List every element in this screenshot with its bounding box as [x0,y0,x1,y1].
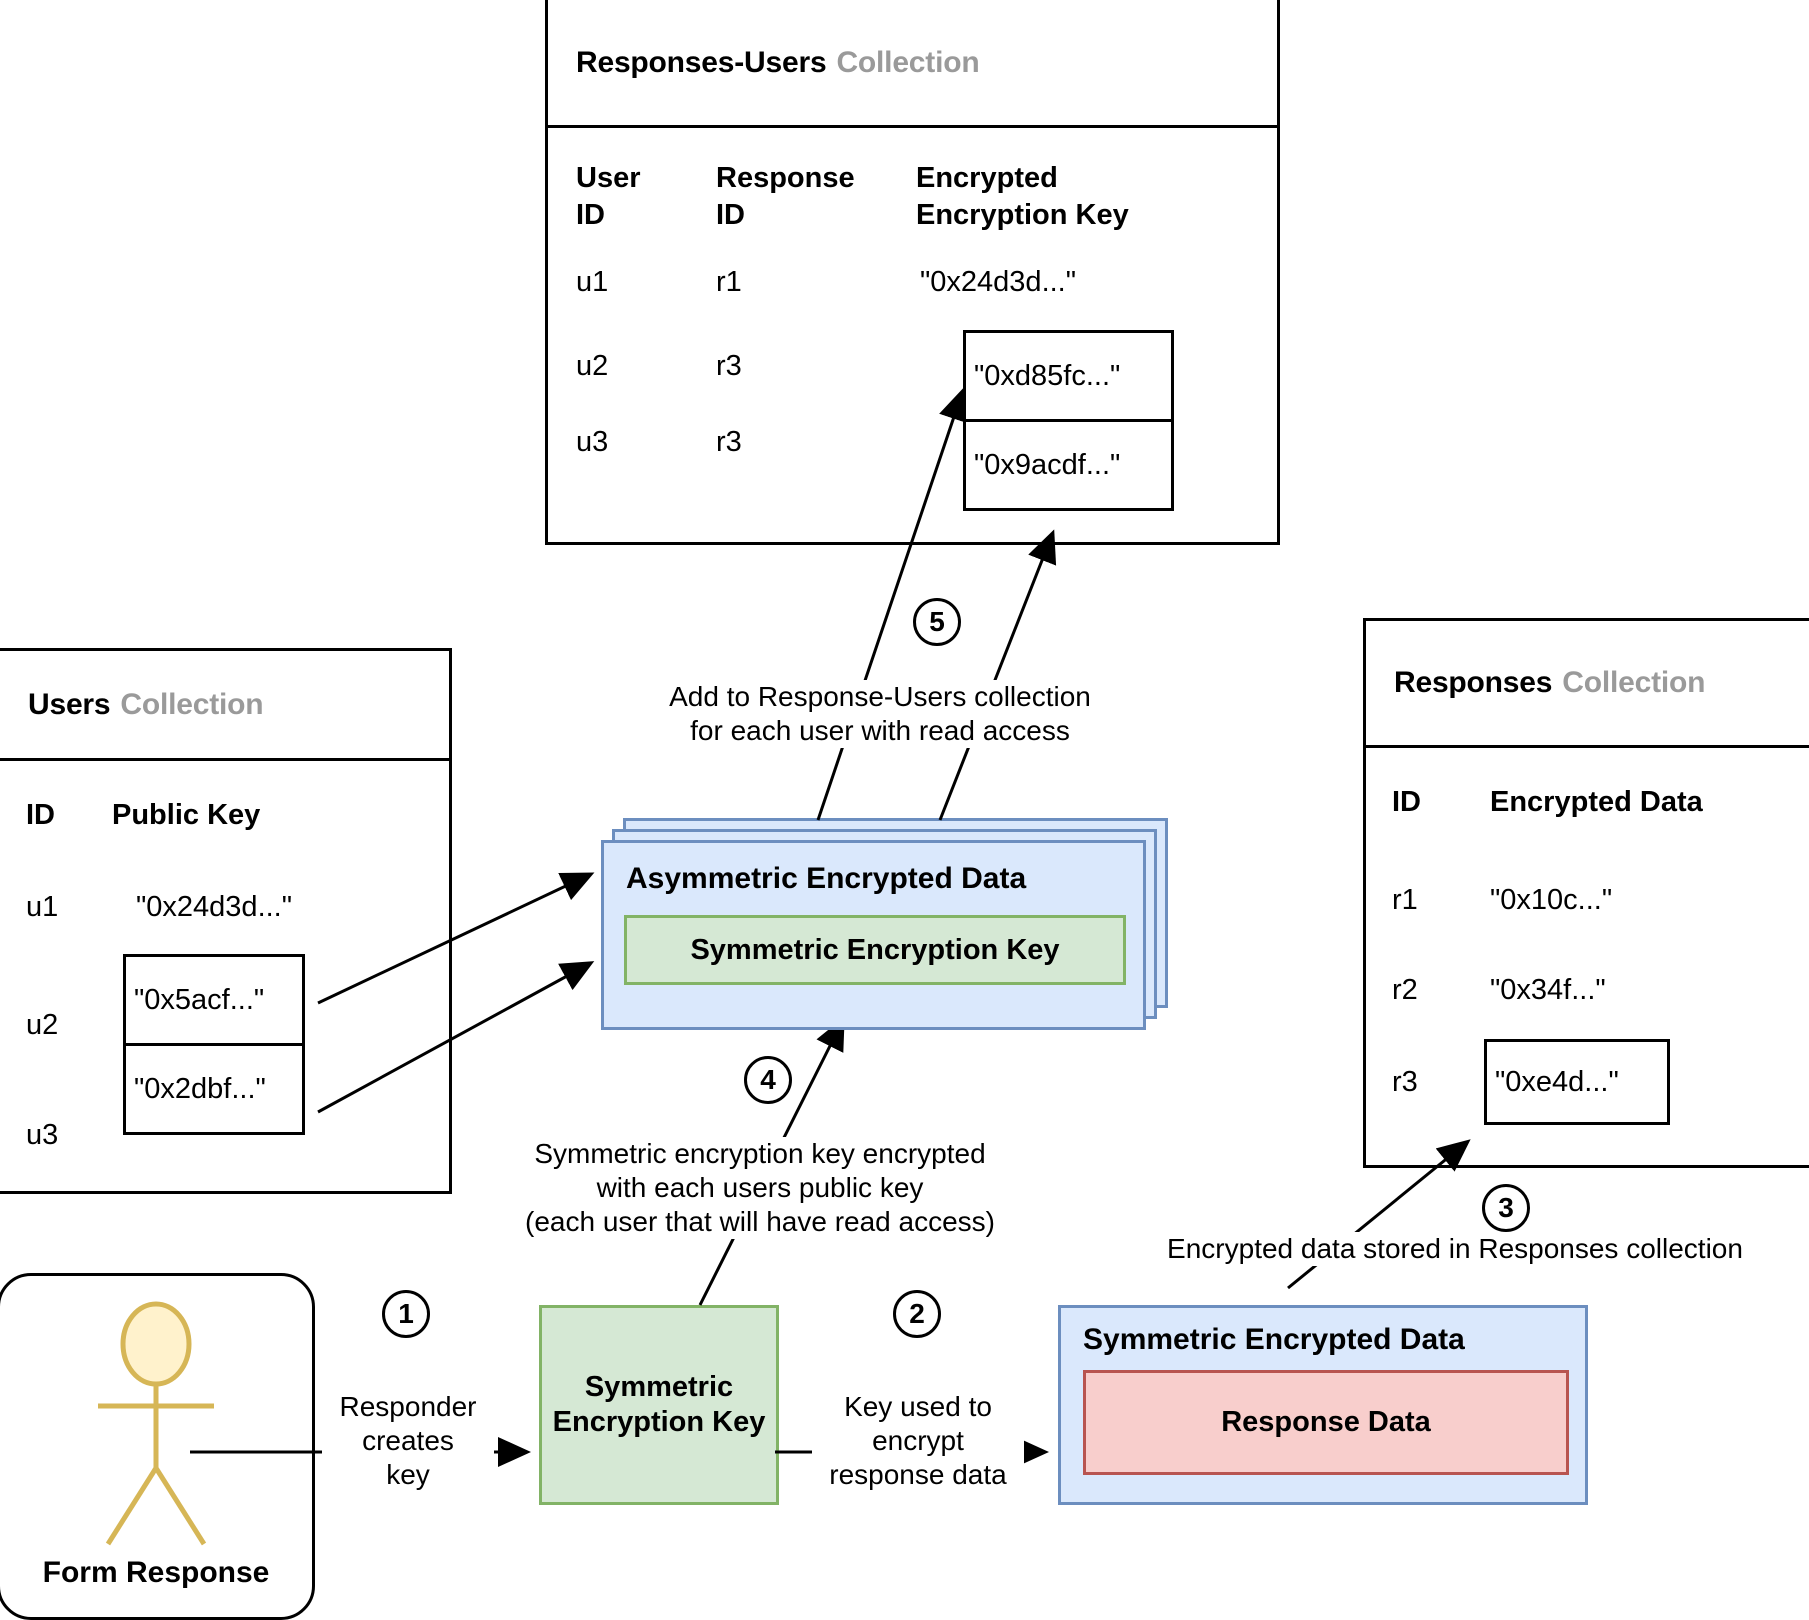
table-row: r2 [1392,974,1418,1006]
step-badge-1: 1 [382,1290,430,1338]
col-header-response-id: Response ID [716,162,855,232]
step-badge-3: 3 [1482,1184,1530,1232]
collection-suffix: Collection [1562,666,1706,699]
symmetric-encryption-key-label: Symmetric Encryption Key [552,1371,766,1438]
col-header-id: ID [26,799,55,831]
highlight-box-encrypted-key-u2: "0xd85fc..." [963,330,1174,422]
step-5-label: Add to Response-Users collection for eac… [600,680,1160,749]
table-row: r3 [716,350,742,382]
table-row: u3 [576,426,609,458]
step-4-label: Symmetric encryption key encrypted with … [480,1137,1040,1240]
table-row: r1 [716,266,742,298]
table-cell-public-key: "0x24d3d..." [136,891,293,923]
table-row: u3 [26,1119,59,1151]
table-cell-key: "0x24d3d..." [920,266,1077,298]
highlight-box-public-key-u3: "0x2dbf..." [123,1043,305,1135]
form-response-actor: Form Response [0,1273,315,1620]
col-header-user-id: User ID [576,162,641,232]
table-row: u1 [26,891,59,923]
table-cell-encrypted-data: "0x34f..." [1490,974,1606,1006]
col-header-public-key: Public Key [112,799,261,831]
asymmetric-encrypted-data-label: Asymmetric Encrypted Data [626,862,1027,895]
collection-suffix: Collection [836,45,980,79]
form-response-actor-label: Form Response [42,1556,270,1589]
response-data-label: Response Data [1221,1406,1431,1439]
col-header-id: ID [1392,786,1421,818]
highlight-value: "0x2dbf..." [134,1072,266,1105]
table-row: r3 [716,426,742,458]
symmetric-encrypted-data-label: Symmetric Encrypted Data [1083,1323,1465,1356]
highlight-box-encrypted-key-u3: "0x9acdf..." [963,419,1174,511]
highlight-value: "0x9acdf..." [974,448,1121,481]
collection-name: Responses [1394,666,1553,699]
users-collection-title: Users Collection [0,651,449,761]
highlight-value: "0xd85fc..." [974,359,1121,392]
col-header-encrypted-encryption-key: Encrypted Encryption Key [916,162,1129,232]
table-row: u2 [26,1009,59,1041]
inner-symmetric-encryption-key-box: Symmetric Encryption Key [624,915,1126,985]
responses-collection-title: Responses Collection [1366,621,1809,748]
step-3-label: Encrypted data stored in Responses colle… [1105,1232,1805,1267]
diagram-canvas: Responses-Users Collection User ID Respo… [0,0,1809,1620]
responses-users-collection-title: Responses-Users Collection [548,0,1277,128]
highlight-value: "0x5acf..." [134,983,265,1016]
stick-figure-icon [98,1301,214,1546]
step-badge-2: 2 [893,1290,941,1338]
response-data-box: Response Data [1083,1370,1569,1475]
highlight-box-public-key-u2: "0x5acf..." [123,954,305,1046]
table-row: r1 [1392,884,1418,916]
table-row: u2 [576,350,609,382]
highlight-box-encrypted-data-r3: "0xe4d..." [1484,1039,1670,1125]
collection-name: Users [28,687,111,721]
step-badge-4: 4 [744,1056,792,1104]
table-row: u1 [576,266,609,298]
edge-asymmetric-to-ru-row-u3 [938,529,1057,821]
inner-symmetric-encryption-key-label: Symmetric Encryption Key [690,933,1060,966]
col-header-encrypted-data: Encrypted Data [1490,786,1703,818]
table-row: r3 [1392,1066,1418,1098]
step-2-label: Key used to encrypt response data [812,1390,1024,1493]
asymmetric-encrypted-data-box: Asymmetric Encrypted Data Symmetric Encr… [601,840,1146,1030]
symmetric-encryption-key-box: Symmetric Encryption Key [539,1305,779,1505]
step-badge-5: 5 [913,598,961,646]
collection-name: Responses-Users [576,45,827,79]
collection-suffix: Collection [120,687,264,721]
table-cell-encrypted-data: "0x10c..." [1490,884,1613,916]
symmetric-encrypted-data-box: Symmetric Encrypted Data Response Data [1058,1305,1588,1505]
step-1-label: Responder creates key [322,1390,494,1493]
highlight-value: "0xe4d..." [1495,1065,1619,1098]
